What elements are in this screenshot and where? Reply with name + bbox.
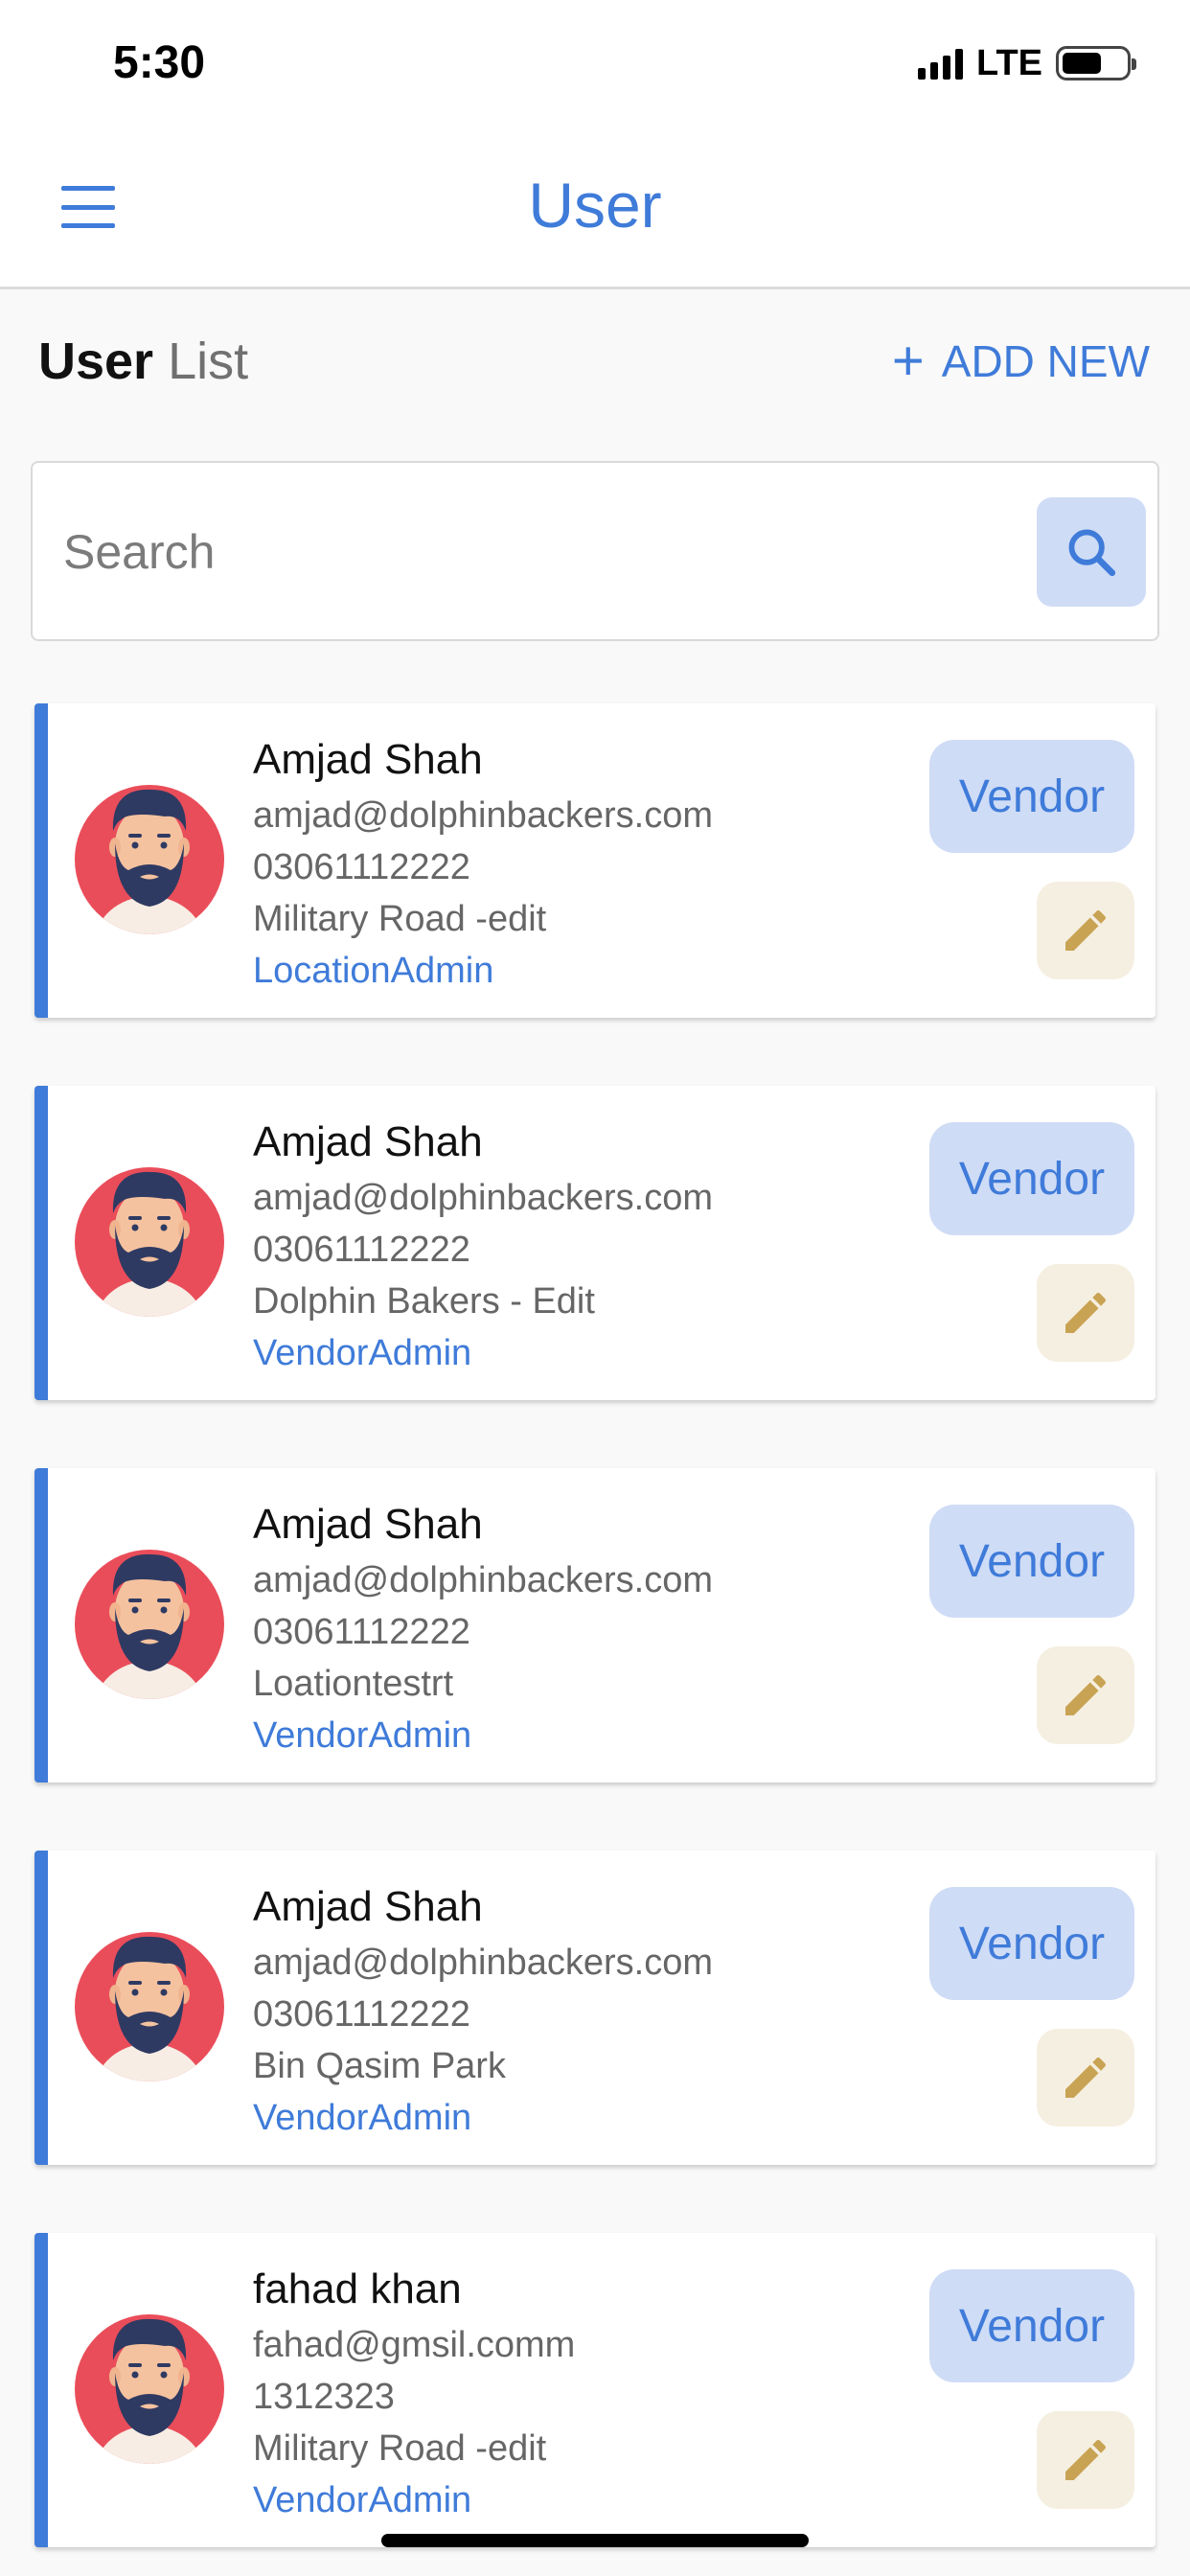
user-role: VendorAdmin <box>253 1715 472 1756</box>
user-email: amjad@dolphinbackers.com <box>253 1178 714 1218</box>
user-role: LocationAdmin <box>253 951 494 991</box>
user-role: VendorAdmin <box>253 1333 472 1373</box>
nav-bar: User <box>0 126 1190 289</box>
pencil-icon <box>1065 1674 1107 1715</box>
search-icon <box>1068 529 1116 577</box>
list-title-light: List <box>168 333 249 390</box>
user-details: Amjad Shah amjad@dolphinbackers.com 0306… <box>253 1113 713 1379</box>
search-button[interactable] <box>1037 497 1146 607</box>
avatar <box>75 785 224 934</box>
edit-button[interactable] <box>1037 2029 1134 2127</box>
user-location: Bin Qasim Park <box>253 2046 506 2086</box>
user-location: Military Road -edit <box>253 2428 547 2469</box>
pencil-icon <box>1065 2439 1107 2480</box>
vendor-badge-button[interactable]: Vendor <box>929 1887 1134 2000</box>
user-details: Amjad Shah amjad@dolphinbackers.com 0306… <box>253 1495 713 1761</box>
user-email: amjad@dolphinbackers.com <box>253 795 714 836</box>
avatar <box>75 2314 224 2464</box>
edit-button[interactable] <box>1037 1646 1134 1744</box>
user-phone: 1312323 <box>253 2377 395 2417</box>
user-role: VendorAdmin <box>253 2098 472 2138</box>
status-time: 5:30 <box>113 37 206 88</box>
user-name: Amjad Shah <box>253 1501 483 1548</box>
user-location: Military Road -edit <box>253 899 547 939</box>
edit-button[interactable] <box>1037 2411 1134 2509</box>
user-phone: 03061112222 <box>253 1612 470 1652</box>
vendor-badge-button[interactable]: Vendor <box>929 2269 1134 2382</box>
user-phone: 03061112222 <box>253 847 470 887</box>
add-new-button[interactable]: + ADD NEW <box>891 330 1150 392</box>
edit-button[interactable] <box>1037 1264 1134 1362</box>
pencil-icon <box>1065 909 1107 951</box>
user-details: fahad khan fahad@gmsil.comm 1312323 Mili… <box>253 2260 575 2526</box>
vendor-badge-button[interactable]: Vendor <box>929 1122 1134 1235</box>
user-card[interactable]: Amjad Shah amjad@dolphinbackers.com 0306… <box>34 1086 1156 1400</box>
user-details: Amjad Shah amjad@dolphinbackers.com 0306… <box>253 1877 713 2144</box>
user-role: VendorAdmin <box>253 2480 472 2520</box>
plus-icon: + <box>891 330 925 392</box>
search-box <box>31 461 1159 641</box>
user-card[interactable]: fahad khan fahad@gmsil.comm 1312323 Mili… <box>34 2233 1156 2547</box>
user-list: Amjad Shah amjad@dolphinbackers.com 0306… <box>34 703 1156 2576</box>
avatar <box>75 1932 224 2082</box>
user-card[interactable]: Amjad Shah amjad@dolphinbackers.com 0306… <box>34 703 1156 1018</box>
edit-button[interactable] <box>1037 882 1134 979</box>
list-title-strong: User <box>38 333 154 390</box>
user-email: amjad@dolphinbackers.com <box>253 1560 714 1600</box>
network-label: LTE <box>976 42 1042 83</box>
page-title: User <box>528 170 662 241</box>
status-indicators: LTE <box>918 42 1136 83</box>
user-details: Amjad Shah amjad@dolphinbackers.com 0306… <box>253 730 713 997</box>
user-location: Dolphin Bakers - Edit <box>253 1281 595 1322</box>
home-indicator <box>381 2534 809 2547</box>
user-name: Amjad Shah <box>253 1118 483 1165</box>
user-location: Loationtestrt <box>253 1664 454 1704</box>
pencil-icon <box>1065 1292 1107 1333</box>
pencil-icon <box>1065 2057 1107 2098</box>
avatar <box>75 1167 224 1317</box>
vendor-badge-button[interactable]: Vendor <box>929 740 1134 853</box>
user-name: Amjad Shah <box>253 1883 483 1930</box>
search-input[interactable] <box>63 511 1021 593</box>
user-card[interactable]: Amjad Shah amjad@dolphinbackers.com 0306… <box>34 1468 1156 1782</box>
list-title: User List <box>38 332 248 391</box>
user-phone: 03061112222 <box>253 1230 470 1270</box>
user-phone: 03061112222 <box>253 1994 470 2035</box>
battery-icon <box>1056 46 1136 80</box>
user-card[interactable]: Amjad Shah amjad@dolphinbackers.com 0306… <box>34 1851 1156 2165</box>
user-name: Amjad Shah <box>253 736 483 783</box>
user-email: fahad@gmsil.comm <box>253 2325 576 2365</box>
avatar <box>75 1550 224 1699</box>
add-new-label: ADD NEW <box>941 336 1150 386</box>
user-name: fahad khan <box>253 2266 462 2312</box>
vendor-badge-button[interactable]: Vendor <box>929 1505 1134 1618</box>
signal-icon <box>918 47 964 80</box>
status-bar: 5:30 LTE <box>0 0 1190 126</box>
user-email: amjad@dolphinbackers.com <box>253 1943 714 1983</box>
